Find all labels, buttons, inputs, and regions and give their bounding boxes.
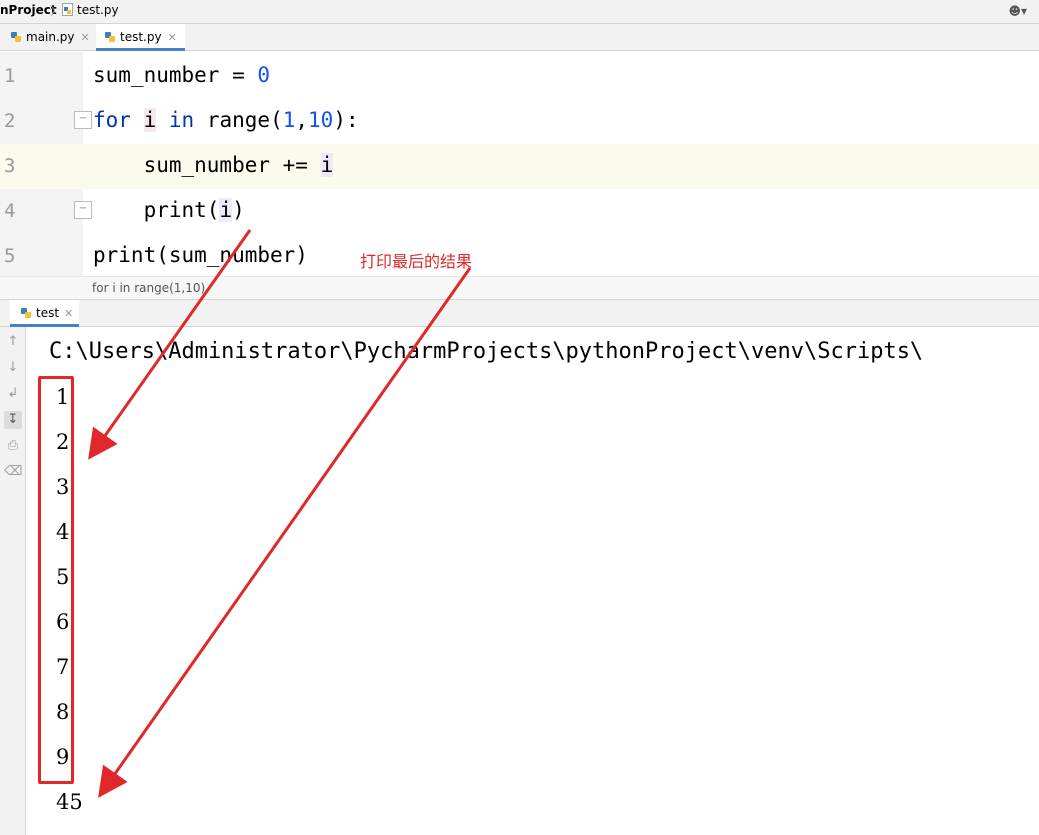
arrow-icon (98, 267, 472, 798)
arrow-icon (88, 229, 252, 460)
annotation-arrows (88, 229, 472, 798)
